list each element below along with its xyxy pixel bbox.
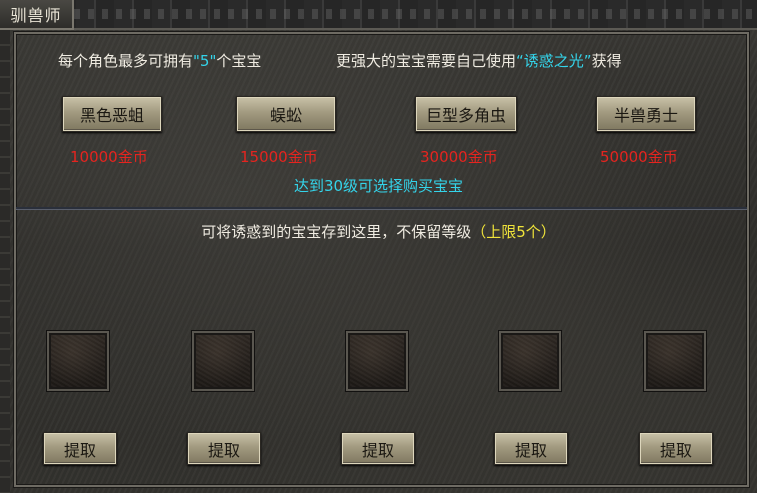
buy-pet-button-half-orc-warrior[interactable]: 半兽勇士: [596, 96, 696, 132]
withdraw-button-3[interactable]: 提取: [341, 432, 415, 465]
withdraw-button-2[interactable]: 提取: [187, 432, 261, 465]
storage-note-main: 可将诱惑到的宝宝存到这里，不保留等级: [201, 223, 472, 241]
storage-note: 可将诱惑到的宝宝存到这里，不保留等级（上限5个）: [0, 221, 757, 242]
stronger-pet-suffix: 获得: [591, 52, 622, 70]
pet-limit-suffix: 个宝宝: [216, 52, 262, 70]
pet-storage-slot-3[interactable]: [346, 331, 408, 391]
pet-limit-value: "5": [193, 52, 217, 70]
pet-price-black-maggot: 10000金币: [70, 148, 148, 166]
level-requirement-note: 达到30级可选择购买宝宝: [293, 177, 464, 195]
pet-limit-text: 每个角色最多可拥有"5"个宝宝: [58, 50, 261, 71]
stronger-pet-prefix: 更强大的宝宝需要自己使用: [336, 52, 517, 70]
pet-price-centipede: 15000金币: [240, 148, 318, 166]
pet-price-giant-horned-bug: 30000金币: [420, 148, 498, 166]
withdraw-button-1[interactable]: 提取: [43, 432, 117, 465]
left-border-decoration: [0, 30, 10, 493]
title-bar: [0, 0, 757, 30]
pet-storage-slot-4[interactable]: [499, 331, 561, 391]
section-divider: [16, 207, 747, 210]
pet-limit-prefix: 每个角色最多可拥有: [58, 52, 194, 70]
lure-light-item: “诱惑之光”: [516, 52, 592, 70]
storage-limit: （上限5个）: [471, 223, 556, 241]
withdraw-button-4[interactable]: 提取: [494, 432, 568, 465]
withdraw-button-5[interactable]: 提取: [639, 432, 713, 465]
window-title: 驯兽师: [0, 0, 74, 30]
pet-price-half-orc-warrior: 50000金币: [600, 148, 678, 166]
pet-storage-slot-1[interactable]: [47, 331, 109, 391]
buy-pet-button-giant-horned-bug[interactable]: 巨型多角虫: [415, 96, 517, 132]
buy-pet-button-black-maggot[interactable]: 黑色恶蛆: [62, 96, 162, 132]
buy-pet-button-centipede[interactable]: 蜈蚣: [236, 96, 336, 132]
beast-tamer-panel: 驯兽师 每个角色最多可拥有"5"个宝宝 更强大的宝宝需要自己使用“诱惑之光”获得…: [0, 0, 757, 493]
pet-storage-slot-2[interactable]: [192, 331, 254, 391]
stronger-pet-text: 更强大的宝宝需要自己使用“诱惑之光”获得: [336, 50, 622, 71]
pet-storage-slot-5[interactable]: [644, 331, 706, 391]
